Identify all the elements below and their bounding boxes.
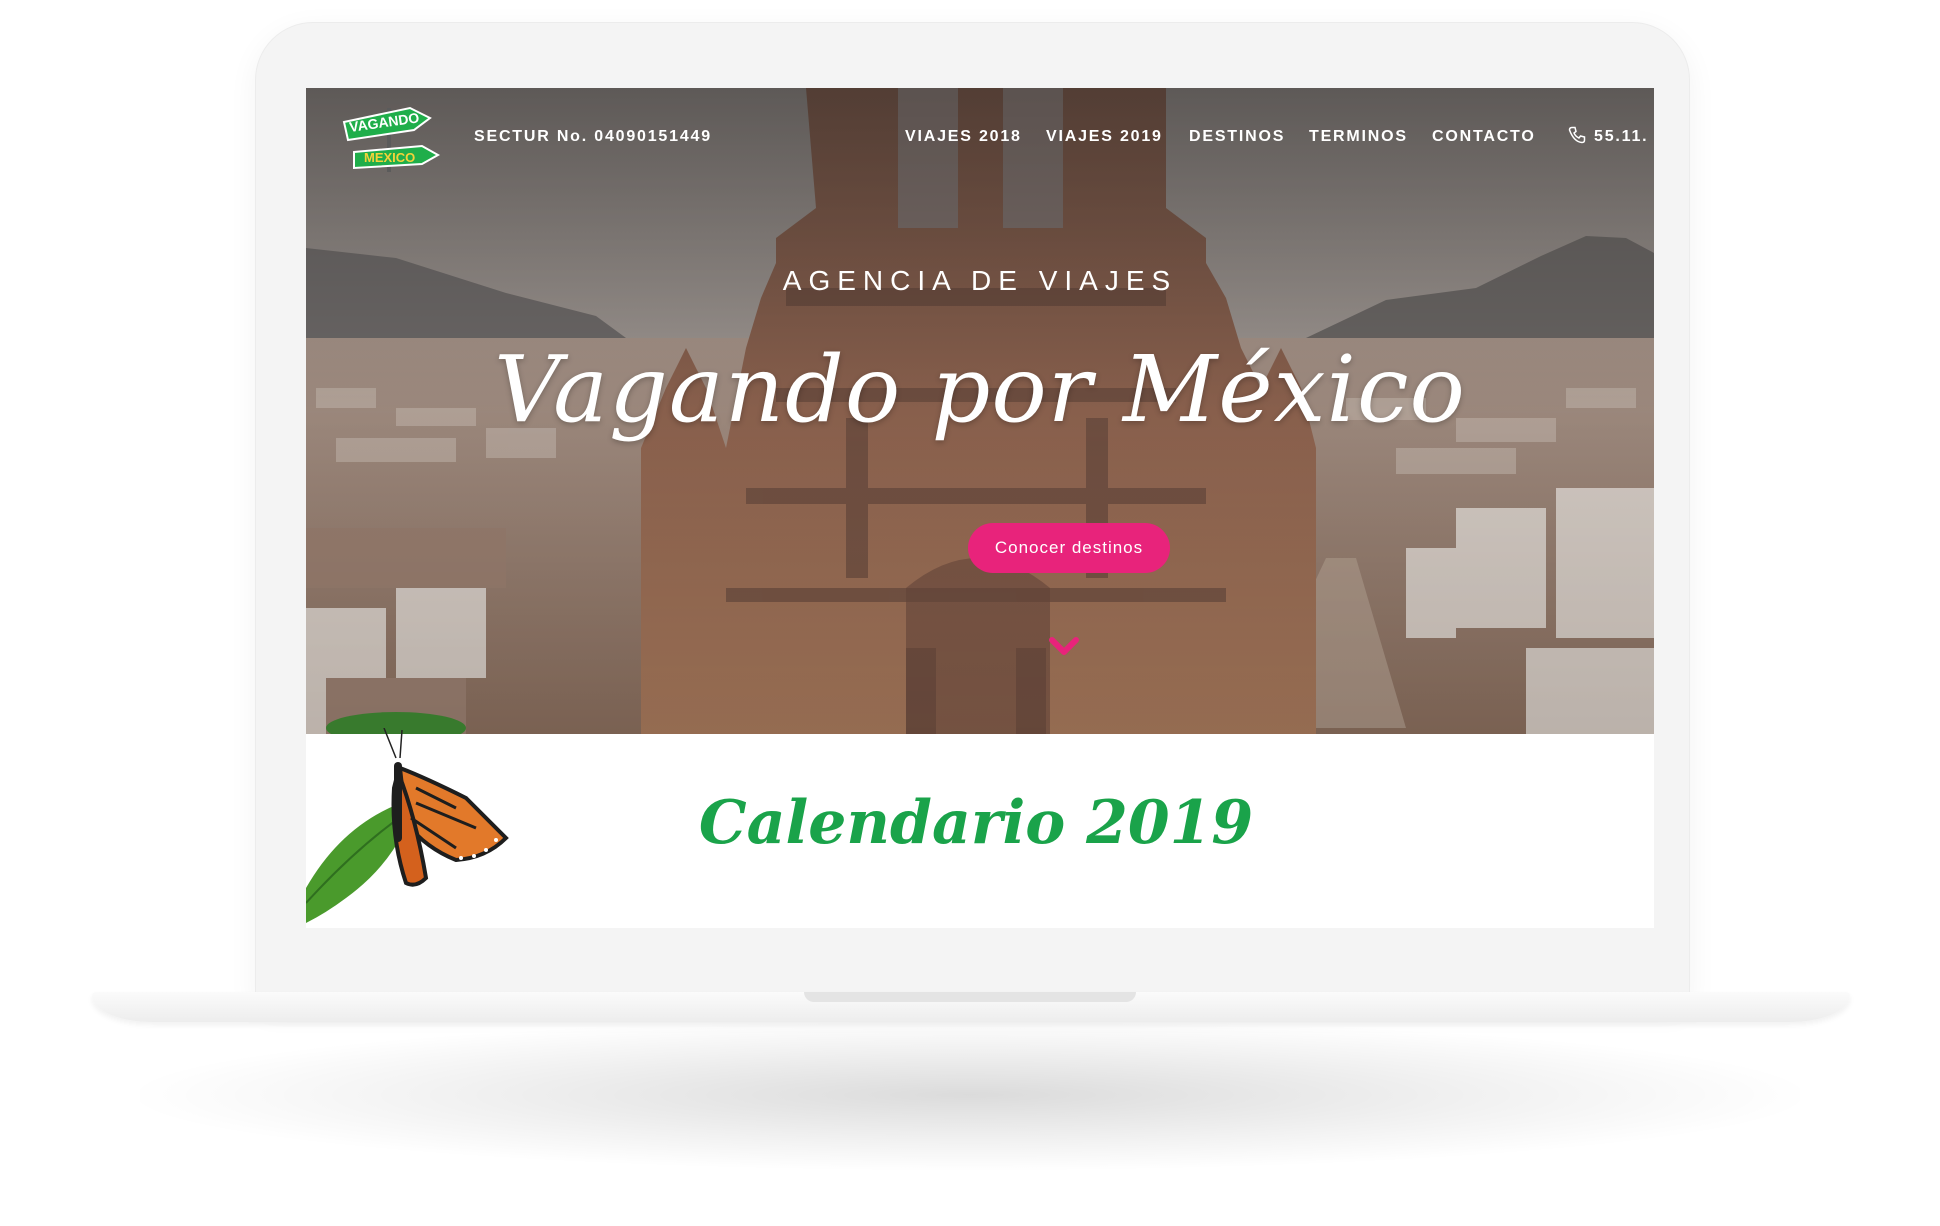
phone-number: 55.11. — [1594, 128, 1649, 145]
calendar-title: Calendario 2019 — [698, 788, 1254, 858]
hero-section: VAGANDO MEXICO SECTUR No. 04090151449 VI… — [306, 88, 1654, 734]
conocer-destinos-button[interactable]: Conocer destinos — [968, 523, 1170, 573]
nav-viajes-2018[interactable]: VIAJES 2018 — [905, 128, 1022, 146]
laptop-notch — [804, 992, 1136, 1002]
nav-destinos[interactable]: DESTINOS — [1189, 128, 1285, 146]
hero-title: Vagando por México — [494, 336, 1466, 443]
chevron-down-icon[interactable] — [1048, 634, 1080, 658]
laptop-shadow — [140, 1020, 1800, 1170]
nav-contacto[interactable]: CONTACTO — [1432, 128, 1536, 146]
svg-text:MEXICO: MEXICO — [364, 150, 415, 165]
hero-kicker: AGENCIA DE VIAJES — [782, 265, 1178, 296]
top-navigation: VAGANDO MEXICO SECTUR No. 04090151449 VI… — [306, 88, 1654, 184]
nav-terminos[interactable]: TERMINOS — [1309, 128, 1408, 146]
vagando-por-mexico-logo[interactable]: VAGANDO MEXICO — [340, 100, 444, 176]
laptop-screen: VAGANDO MEXICO SECTUR No. 04090151449 VI… — [306, 88, 1654, 928]
phone-icon — [1568, 126, 1586, 144]
monarch-butterfly-image — [306, 728, 509, 923]
sectur-registration: SECTUR No. 04090151449 — [474, 128, 712, 145]
phone-link[interactable]: 55.11. — [1568, 126, 1648, 146]
nav-viajes-2019[interactable]: VIAJES 2019 — [1046, 128, 1163, 146]
